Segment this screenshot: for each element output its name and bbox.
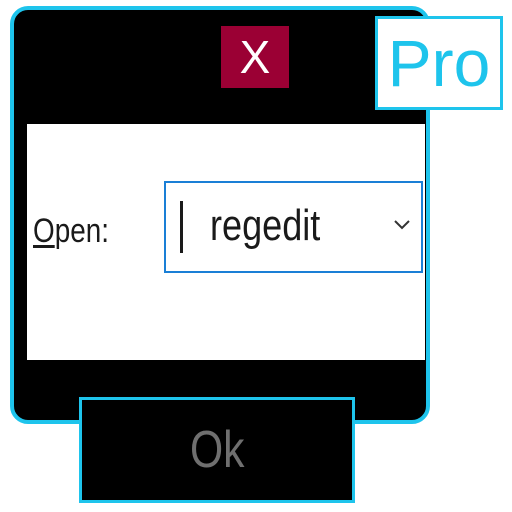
close-button[interactable]: X: [221, 26, 289, 88]
pro-badge: Pro: [375, 16, 503, 110]
close-label: X: [239, 31, 271, 83]
ok-button[interactable]: Ok: [79, 397, 355, 503]
app-icon-canvas: X Pro Open: regedit Ok: [0, 0, 512, 512]
text-caret: [180, 201, 183, 253]
run-dialog-panel: Open: regedit: [27, 124, 425, 360]
run-command-input[interactable]: regedit: [164, 181, 423, 273]
ok-label: Ok: [189, 421, 245, 479]
open-label-rest: pen:: [54, 212, 109, 250]
open-label: Open:: [33, 212, 109, 251]
chevron-down-icon[interactable]: [391, 213, 413, 235]
open-label-mnemonic: O: [33, 212, 55, 250]
pro-badge-text: Pro: [387, 26, 491, 100]
input-value: regedit: [210, 201, 321, 250]
